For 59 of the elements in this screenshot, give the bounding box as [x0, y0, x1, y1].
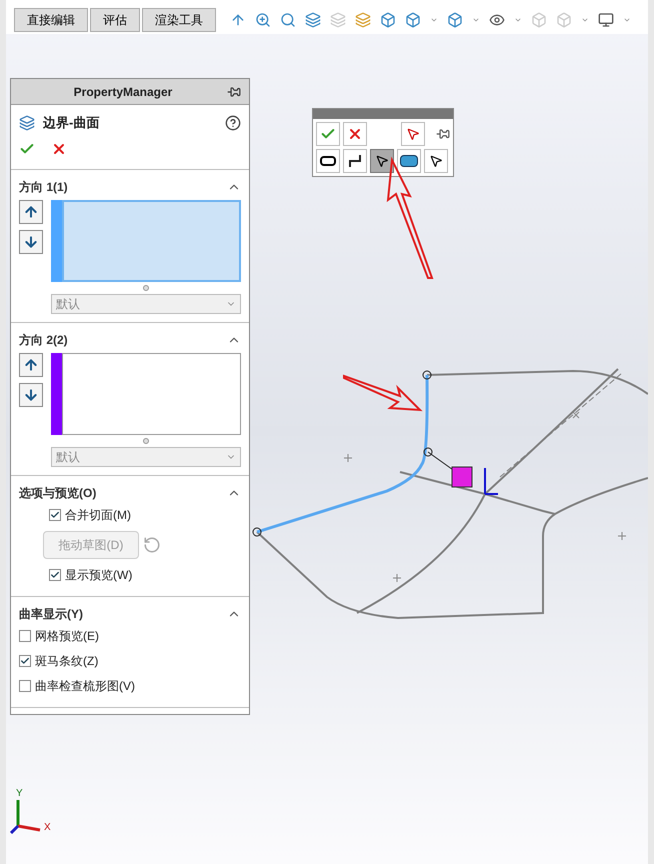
section-title: 曲率显示(Y) [19, 606, 83, 622]
caret-icon[interactable] [472, 16, 480, 24]
axis-label: X [44, 821, 51, 835]
arrow-up-icon [23, 356, 39, 372]
caret-icon[interactable] [514, 16, 522, 24]
clear-selection-button[interactable] [401, 122, 425, 146]
checkbox[interactable] [19, 680, 31, 692]
checkbox-label: 合并切面(M) [65, 506, 131, 524]
arrow-icon [340, 372, 424, 414]
checkbox-label: 斑马条纹(Z) [35, 652, 98, 670]
cursor-icon [375, 154, 389, 168]
feature-title: 边界-曲面 [43, 114, 100, 132]
eye-icon[interactable] [489, 12, 505, 28]
ribbon-tab[interactable]: 渲染工具 [142, 8, 216, 32]
move-up-button[interactable] [19, 200, 43, 224]
cursor-icon [406, 127, 420, 141]
zoom-area-icon[interactable] [280, 12, 296, 28]
selection-tool-button[interactable] [370, 149, 394, 173]
caret-icon[interactable] [623, 16, 631, 24]
check-icon [20, 656, 30, 666]
curve-icon [348, 154, 362, 168]
section-title: 方向 2(2) [19, 332, 68, 348]
zoom-icon[interactable] [255, 12, 271, 28]
check-icon [50, 510, 60, 520]
section-title: 选项与预览(O) [19, 484, 96, 502]
pointer-icon [429, 154, 443, 168]
selection-list[interactable] [62, 352, 241, 434]
checkbox-label: 显示预览(W) [65, 566, 132, 584]
checkbox[interactable] [19, 630, 31, 642]
monitor-icon[interactable] [598, 12, 614, 28]
axis-label: Y [16, 787, 23, 801]
cube-icon[interactable] [380, 12, 396, 28]
cancel-button[interactable] [343, 122, 367, 146]
move-down-button[interactable] [19, 382, 43, 406]
ribbon-tab[interactable]: 评估 [90, 8, 140, 32]
checkbox-label: 网格预览(E) [35, 628, 99, 644]
arrow-down-icon [23, 386, 39, 402]
ribbon-tab[interactable]: 直接编辑 [14, 8, 88, 32]
checkbox-label: 曲率检查梳形图(V) [35, 678, 135, 694]
caret-icon[interactable] [581, 16, 589, 24]
pin-icon[interactable] [227, 84, 241, 98]
selection-tool-button[interactable] [343, 149, 367, 173]
help-icon[interactable] [225, 114, 241, 131]
selection-tool-button[interactable] [397, 149, 421, 173]
move-up-button[interactable] [19, 352, 43, 376]
pin-icon[interactable] [436, 127, 450, 141]
arrow-icon [384, 156, 436, 282]
move-down-button[interactable] [19, 230, 43, 254]
selection-tool-button[interactable] [316, 149, 340, 173]
panel-header: PropertyManager [72, 84, 174, 100]
section-title: 方向 1(1) [19, 178, 68, 196]
selection-tool-button[interactable] [424, 149, 448, 173]
checkbox[interactable] [19, 654, 31, 666]
close-icon [347, 126, 363, 142]
checkbox[interactable] [49, 508, 61, 520]
caret-icon[interactable] [430, 16, 438, 24]
checkbox[interactable] [49, 568, 61, 580]
rounded-shape-icon [400, 155, 418, 167]
check-icon [50, 570, 60, 580]
